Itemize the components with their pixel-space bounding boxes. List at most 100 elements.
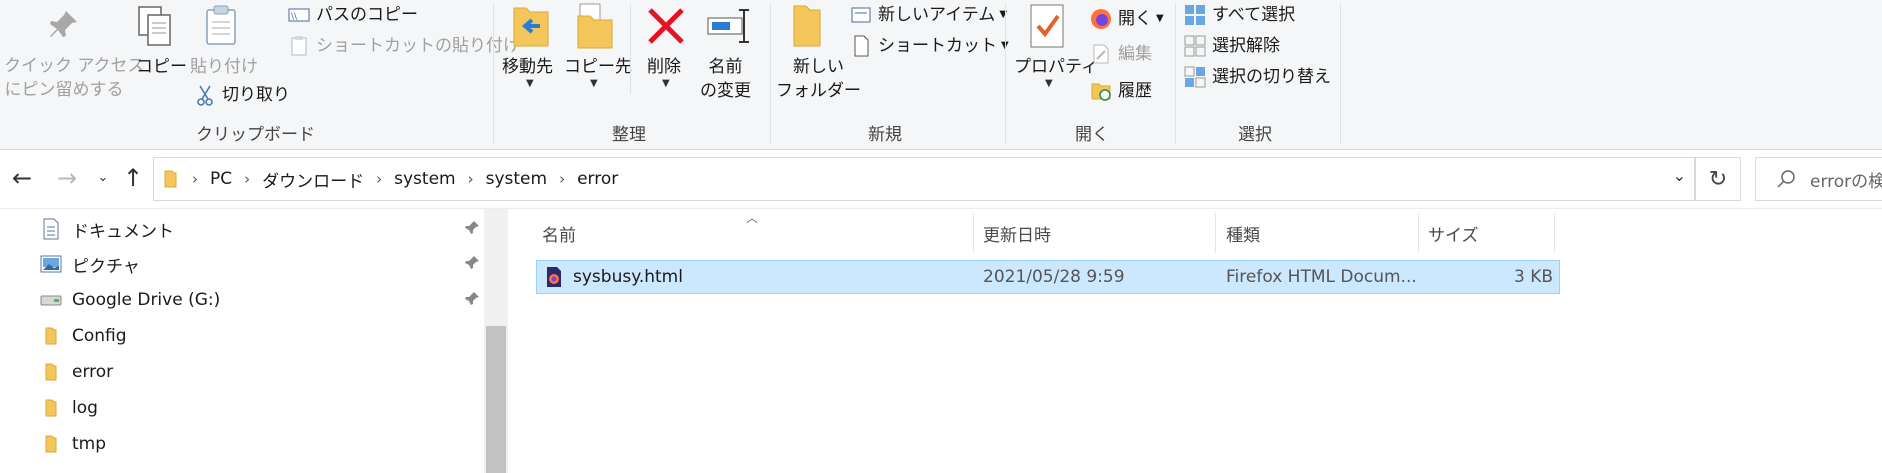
properties-icon: [1028, 2, 1068, 54]
properties-button[interactable]: プロパティ: [1014, 55, 1098, 79]
select-all-button[interactable]: すべて選択: [1184, 2, 1295, 28]
address-dropdown-chevron-down-icon[interactable]: ⌄: [1673, 166, 1686, 185]
pin-quick-access-button[interactable]: クイック アクセス にピン留めする: [4, 54, 145, 102]
column-header-modified[interactable]: 更新日時: [983, 221, 1051, 246]
chevron-down-icon: ▼: [526, 78, 534, 89]
breadcrumb-system-sub[interactable]: system: [486, 169, 547, 189]
delete-button[interactable]: 削除: [647, 55, 681, 79]
select-all-icon: [1184, 4, 1206, 26]
history-button[interactable]: 履歴: [1090, 78, 1152, 104]
search-placeholder: errorの検: [1810, 171, 1882, 192]
back-button[interactable]: ←: [7, 164, 37, 192]
column-header-size[interactable]: サイズ: [1428, 221, 1479, 246]
paste-icon: [202, 4, 242, 52]
breadcrumb-pc[interactable]: PC: [210, 169, 232, 189]
nav-item-tmp[interactable]: tmp: [40, 427, 480, 461]
nav-item-google-drive[interactable]: Google Drive (G:): [40, 283, 480, 317]
history-icon: [1090, 80, 1112, 102]
column-divider[interactable]: [1554, 213, 1555, 253]
copy-to-icon: [574, 2, 616, 54]
nav-item-error[interactable]: error: [40, 355, 480, 389]
chevron-down-icon: ▼: [662, 78, 670, 89]
copy-path-button[interactable]: \\ パスのコピー: [288, 2, 418, 28]
group-separator: [493, 4, 494, 144]
copy-icon: [136, 4, 176, 52]
select-none-icon: [1184, 35, 1206, 57]
svg-text:\\: \\: [291, 12, 298, 22]
folder-icon: [162, 169, 178, 189]
drive-icon: [40, 289, 62, 311]
shortcut-icon: [850, 35, 872, 57]
ribbon: クイック アクセス にピン留めする コピー 貼り付け \\ パスのコピー ショー…: [0, 0, 1882, 150]
copy-path-icon: \\: [288, 4, 310, 26]
file-modified: 2021/05/28 9:59: [983, 267, 1125, 287]
new-shortcut-button[interactable]: ショートカット▼: [850, 33, 1009, 59]
select-none-button[interactable]: 選択解除: [1184, 33, 1280, 59]
invert-selection-button[interactable]: 選択の切り替え: [1184, 64, 1331, 90]
chevron-down-icon: ▼: [590, 78, 598, 89]
nav-pane-scroll-thumb[interactable]: [486, 326, 506, 473]
rename-button[interactable]: 名前 の変更: [700, 55, 751, 103]
folder-icon: [40, 361, 62, 383]
column-divider[interactable]: [973, 213, 974, 253]
refresh-button[interactable]: ↻: [1695, 157, 1741, 201]
open-group-label: 開く: [1075, 125, 1109, 145]
new-item-button[interactable]: 新しいアイテム ▼: [850, 2, 1007, 28]
sort-ascending-icon: ︿: [746, 211, 759, 225]
organize-group-label: 整理: [612, 125, 646, 145]
paste-button[interactable]: 貼り付け: [190, 55, 258, 79]
open-button[interactable]: 開く ▼: [1090, 6, 1164, 32]
paste-shortcut-icon: [288, 35, 310, 57]
folder-icon: [40, 325, 62, 347]
pin-icon[interactable]: [464, 291, 480, 312]
paste-shortcut-button[interactable]: ショートカットの貼り付け: [288, 33, 520, 59]
column-divider[interactable]: [1215, 213, 1216, 253]
chevron-down-icon: ▼: [1156, 13, 1164, 24]
table-row[interactable]: sysbusy.html 2021/05/28 9:59 Firefox HTM…: [536, 260, 1560, 294]
clipboard-group-label: クリップボード: [196, 125, 315, 145]
nav-item-pictures[interactable]: ピクチャ: [40, 247, 480, 281]
new-folder-button[interactable]: 新しい フォルダー: [776, 55, 861, 103]
rename-icon: [706, 8, 752, 48]
group-separator: [1175, 4, 1176, 144]
group-separator: [770, 4, 771, 144]
new-folder-icon: [786, 2, 828, 54]
move-to-button[interactable]: 移動先: [502, 55, 553, 79]
copy-to-button[interactable]: コピー先: [564, 55, 632, 79]
pin-icon[interactable]: [464, 220, 480, 241]
breadcrumb-downloads[interactable]: ダウンロード: [262, 167, 364, 192]
move-to-icon: [510, 2, 552, 54]
select-group-label: 選択: [1238, 125, 1272, 145]
nav-item-config[interactable]: Config: [40, 319, 480, 353]
breadcrumb-error[interactable]: error: [577, 169, 618, 189]
pin-icon[interactable]: [464, 255, 480, 276]
breadcrumb-chevron-icon[interactable]: ›: [468, 170, 474, 188]
recent-locations-button[interactable]: ⌄: [88, 170, 118, 185]
new-group-label: 新規: [868, 125, 902, 145]
pictures-icon: [40, 253, 62, 275]
nav-item-log[interactable]: log: [40, 391, 480, 425]
file-list: ︿ 名前 更新日時 種類 サイズ sysbusy.html 2021/05/28…: [510, 209, 1882, 473]
up-button[interactable]: ↑: [118, 164, 148, 192]
breadcrumb-system[interactable]: system: [394, 169, 455, 189]
search-input[interactable]: errorの検: [1755, 157, 1882, 201]
search-icon: [1776, 169, 1796, 189]
column-header-type[interactable]: 種類: [1226, 221, 1260, 246]
file-size: 3 KB: [1513, 267, 1553, 287]
breadcrumb-chevron-icon[interactable]: ›: [192, 170, 198, 188]
column-header-name[interactable]: 名前: [542, 221, 576, 246]
edit-button[interactable]: 編集: [1090, 41, 1152, 67]
group-separator: [630, 4, 631, 94]
column-divider[interactable]: [1418, 213, 1419, 253]
breadcrumb-chevron-icon[interactable]: ›: [244, 170, 250, 188]
breadcrumb-chevron-icon[interactable]: ›: [559, 170, 565, 188]
group-separator: [1005, 4, 1006, 144]
address-bar[interactable]: › PC › ダウンロード › system › system › error …: [153, 157, 1695, 201]
breadcrumb-chevron-icon[interactable]: ›: [376, 170, 382, 188]
cut-button[interactable]: 切り取り: [194, 82, 290, 108]
copy-button[interactable]: コピー: [136, 55, 187, 79]
invert-selection-icon: [1184, 66, 1206, 88]
forward-button[interactable]: →: [52, 164, 82, 192]
nav-item-documents[interactable]: ドキュメント: [40, 212, 480, 246]
documents-icon: [40, 218, 62, 240]
